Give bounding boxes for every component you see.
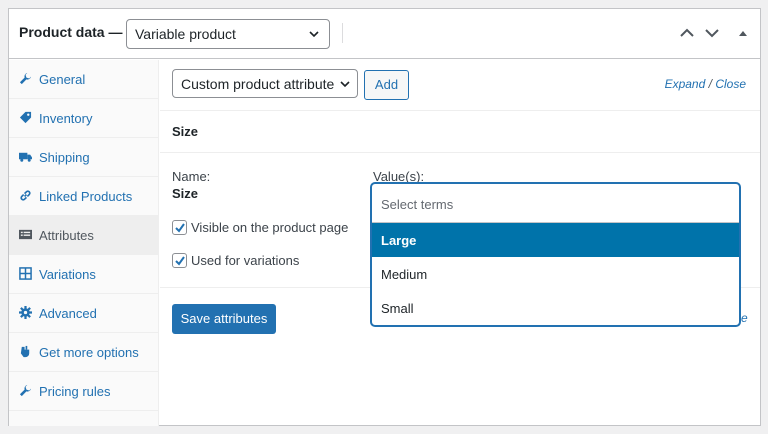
tab-label: Linked Products [39, 189, 133, 204]
list-icon [19, 229, 32, 240]
terms-search-input[interactable]: Select terms [372, 184, 739, 223]
collapse-triangle-icon[interactable] [735, 26, 751, 40]
chevron-up-icon[interactable] [679, 26, 695, 40]
tab-label: Inventory [39, 111, 93, 126]
link-icon [20, 190, 31, 201]
expand-link[interactable]: Expand [665, 77, 706, 91]
tab-label: Shipping [39, 150, 90, 165]
terms-option[interactable]: Large [372, 223, 739, 257]
product-data-header: Product data — Variable product [9, 9, 760, 59]
chevron-down-icon[interactable] [704, 26, 720, 40]
truck-icon [19, 152, 32, 162]
tag-icon [19, 111, 32, 124]
terms-option[interactable]: Medium [372, 257, 739, 291]
tab-pricing-rules[interactable]: Pricing rules [9, 372, 159, 411]
expand-close-link-partial[interactable]: e [741, 311, 748, 325]
plugin-icon [20, 345, 30, 358]
name-label: Name: [172, 169, 211, 184]
tab-advanced[interactable]: Advanced [9, 294, 159, 333]
variations-label: Used for variations [191, 253, 300, 268]
tab-get-more-options[interactable]: Get more options [9, 333, 159, 372]
wrench-icon [19, 72, 32, 85]
attribute-type-select[interactable]: Custom product attribute [172, 69, 358, 98]
used-for-variations-option[interactable]: Used for variations [172, 253, 299, 268]
tab-label: Advanced [39, 306, 97, 321]
visible-label: Visible on the product page [191, 220, 349, 235]
tab-general[interactable]: General [9, 60, 159, 99]
tab-linked-products[interactable]: Linked Products [9, 177, 159, 216]
save-attributes-button[interactable]: Save attributes [172, 304, 276, 334]
chevron-down-icon [309, 31, 319, 38]
terms-dropdown[interactable]: Select terms Large Medium Small [371, 183, 740, 326]
tab-variations[interactable]: Variations [9, 255, 159, 294]
tab-inventory[interactable]: Inventory [9, 99, 159, 138]
checkmark-icon [175, 223, 185, 233]
attribute-heading[interactable]: Size [160, 111, 760, 153]
variations-checkbox[interactable] [172, 253, 187, 268]
grid-icon [19, 267, 32, 280]
product-data-title: Product data — [19, 24, 123, 40]
checkmark-icon [175, 256, 185, 266]
expand-close-links: Expand / Close [665, 77, 746, 91]
tab-label: Attributes [39, 228, 94, 243]
tab-label: Get more options [39, 345, 139, 360]
chevron-down-icon [339, 78, 351, 90]
visible-checkbox[interactable] [172, 220, 187, 235]
add-attribute-button[interactable]: Add [364, 70, 409, 100]
product-type-select[interactable]: Variable product [126, 19, 330, 49]
header-divider [342, 23, 343, 43]
product-type-value: Variable product [135, 26, 236, 42]
wrench-icon [19, 384, 32, 397]
values-label: Value(s): [373, 169, 425, 184]
visible-on-product-page-option[interactable]: Visible on the product page [172, 220, 348, 235]
gear-icon [19, 306, 32, 319]
attribute-type-value: Custom product attribute [181, 76, 335, 92]
attribute-name-value: Size [172, 186, 199, 201]
terms-option[interactable]: Small [372, 291, 739, 325]
product-data-tabs: General Inventory Shipping Linked Produc… [9, 60, 159, 426]
tab-shipping[interactable]: Shipping [9, 138, 159, 177]
tab-label: Pricing rules [39, 384, 111, 399]
link-separator: / [708, 77, 712, 91]
tab-attributes[interactable]: Attributes [9, 216, 159, 255]
close-link[interactable]: Close [715, 77, 746, 91]
tab-label: General [39, 72, 86, 87]
tab-label: Variations [39, 267, 96, 282]
